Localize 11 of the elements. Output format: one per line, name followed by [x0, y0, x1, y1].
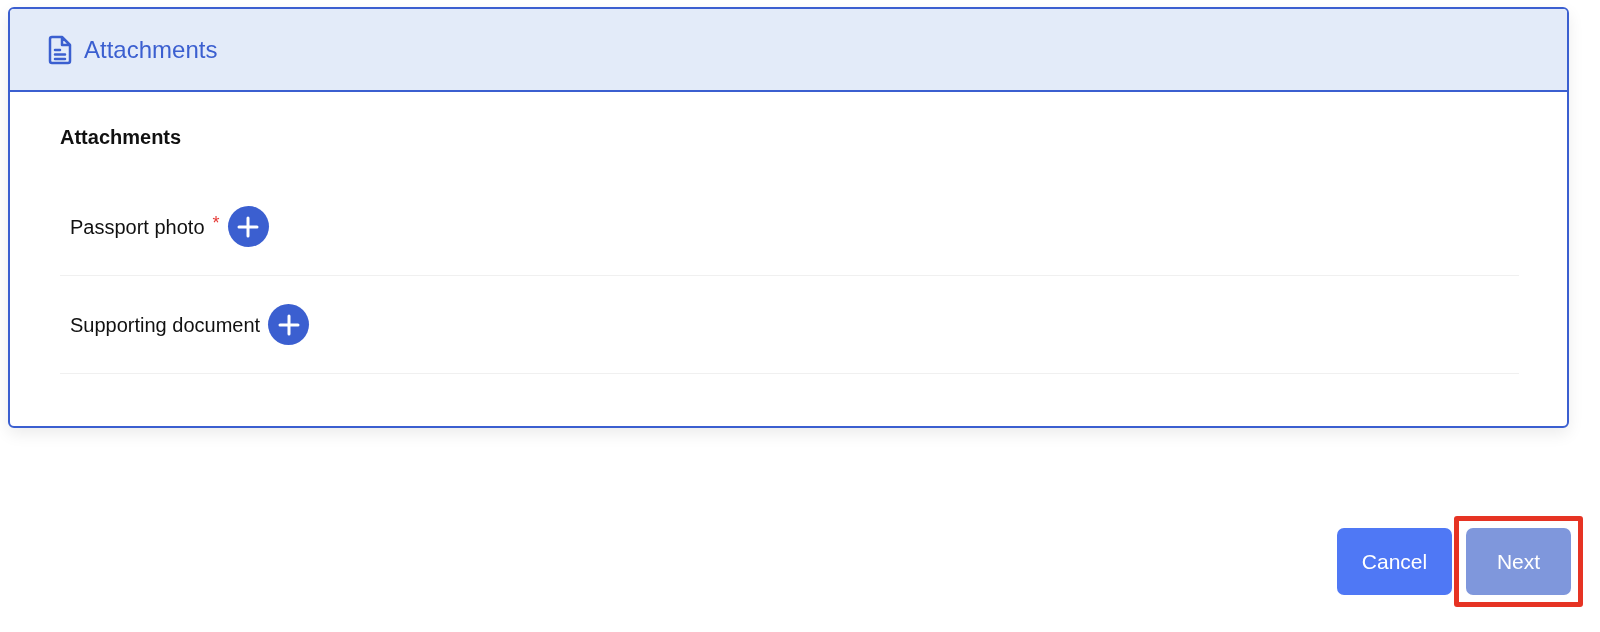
plus-icon	[237, 215, 260, 238]
add-button[interactable]	[268, 304, 310, 345]
cancel-button[interactable]: Cancel	[1337, 528, 1452, 595]
document-icon	[47, 34, 73, 65]
panel-title: Attachments	[84, 34, 218, 65]
section-heading: Attachments	[60, 125, 183, 150]
required-mark: *	[212, 212, 220, 235]
add-button[interactable]	[227, 206, 269, 247]
attachment-label: Passport photo	[70, 214, 205, 240]
plus-icon	[277, 313, 300, 336]
attachment-label: Supporting document	[70, 312, 261, 338]
